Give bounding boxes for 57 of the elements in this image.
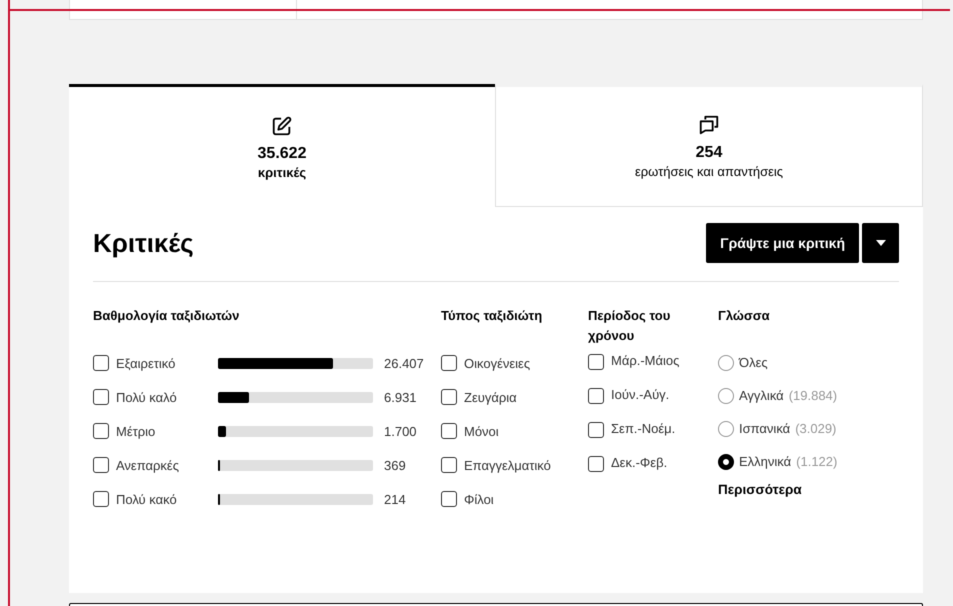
option-label: Οικογένειες bbox=[464, 356, 530, 370]
checkbox[interactable] bbox=[588, 388, 604, 404]
radio-button[interactable] bbox=[718, 354, 734, 370]
checkbox[interactable] bbox=[588, 354, 604, 370]
option-label: Ανεπαρκές bbox=[116, 458, 180, 472]
option-label: Επαγγελματικό bbox=[464, 458, 551, 472]
option-label: Μέτριο bbox=[116, 424, 156, 438]
option-label: Εξαιρετικό bbox=[116, 356, 176, 370]
filter-title: Βαθμολογία ταξιδιωτών bbox=[93, 307, 240, 325]
checkbox[interactable] bbox=[441, 491, 457, 507]
review-count: 6.931 bbox=[384, 390, 417, 404]
option-label: Δεκ.-Φεβ. bbox=[611, 456, 668, 470]
checkbox[interactable] bbox=[588, 456, 604, 472]
checkbox[interactable] bbox=[93, 491, 109, 507]
checkbox[interactable] bbox=[588, 422, 604, 438]
filter-title: Γλώσσα bbox=[718, 307, 771, 325]
checkbox[interactable] bbox=[93, 389, 109, 405]
option-label: Φίλοι bbox=[464, 492, 494, 506]
option-label: Ελληνικά bbox=[739, 454, 792, 469]
checkbox[interactable] bbox=[441, 423, 457, 439]
option-label: Πολύ καλό bbox=[116, 390, 178, 404]
option-label: Ιούν.-Αύγ. bbox=[611, 388, 670, 402]
option-label: Σεπ.-Νοέμ. bbox=[611, 422, 676, 436]
dropdown-button[interactable] bbox=[862, 223, 899, 263]
option-label: Μάρ.-Μάιος bbox=[611, 354, 680, 368]
tab[interactable]: 254 ερωτήσεις και απαντήσεις bbox=[495, 84, 923, 207]
review-count: 214 bbox=[384, 492, 406, 506]
option-label: Πολύ κακό bbox=[116, 492, 178, 506]
tab[interactable]: 35.622 κριτικές bbox=[69, 84, 495, 207]
checkbox[interactable] bbox=[441, 389, 457, 405]
option-label: Όλες bbox=[739, 355, 768, 370]
language-count: (3.029) bbox=[795, 421, 836, 436]
filter-title: Τύπος ταξιδιώτη bbox=[441, 307, 544, 325]
language-count: (1.122) bbox=[796, 454, 838, 469]
option-label: Μόνοι bbox=[464, 424, 499, 438]
checkbox[interactable] bbox=[93, 457, 109, 473]
review-count: 26.407 bbox=[384, 356, 424, 370]
checkbox[interactable] bbox=[93, 423, 109, 439]
option-label: Αγγλικά bbox=[739, 388, 784, 403]
option-label: Ισπανικά bbox=[739, 421, 790, 436]
review-count: 369 bbox=[384, 458, 406, 472]
caret-icon bbox=[876, 240, 886, 246]
chat-icon bbox=[698, 114, 720, 136]
checkbox[interactable] bbox=[441, 355, 457, 371]
more-link[interactable]: Περισσότερα bbox=[718, 482, 838, 497]
section-heading: Κριτικές bbox=[93, 228, 194, 258]
write-review-button[interactable]: Γράψτε μια κριτική bbox=[706, 223, 859, 263]
edit-icon bbox=[271, 114, 293, 136]
review-count: 1.700 bbox=[384, 424, 417, 438]
filter-title: Περίοδος του χρόνου bbox=[588, 307, 672, 345]
checkbox[interactable] bbox=[441, 457, 457, 473]
radio-button[interactable] bbox=[718, 420, 734, 436]
option-label: Ζευγάρια bbox=[464, 390, 517, 404]
radio-button[interactable] bbox=[718, 388, 734, 404]
language-count: (19.884) bbox=[788, 388, 838, 403]
radio-button[interactable] bbox=[718, 454, 734, 470]
checkbox[interactable] bbox=[93, 355, 109, 371]
